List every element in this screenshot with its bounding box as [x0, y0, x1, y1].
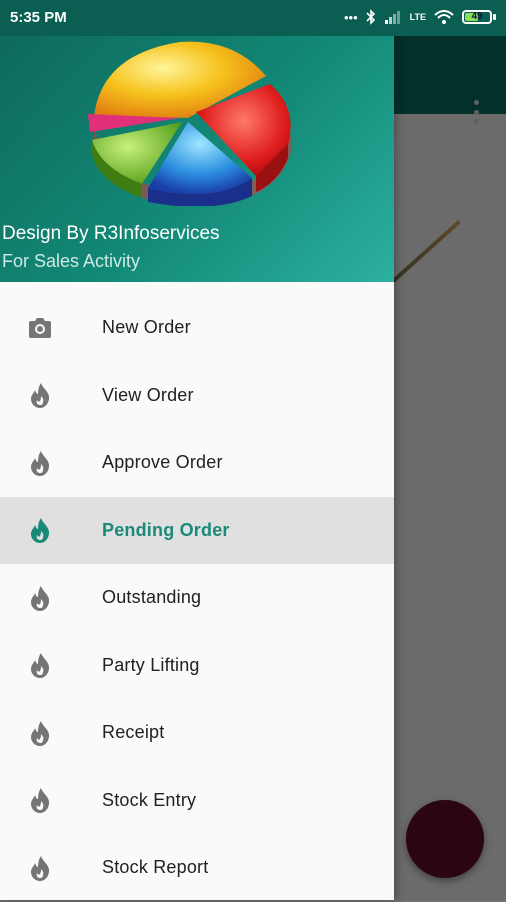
menu-item-new-order[interactable]: New Order: [0, 294, 394, 362]
flame-icon: [31, 855, 50, 881]
flame-icon: [31, 788, 50, 814]
menu-item-label: Outstanding: [102, 587, 202, 608]
flame-icon: [31, 450, 50, 476]
menu-item-stock-report[interactable]: Stock Report: [0, 834, 394, 902]
camera-icon: [29, 317, 51, 338]
menu-item-label: View Order: [102, 384, 194, 405]
menu-item-party-lifting[interactable]: Party Lifting: [0, 632, 394, 700]
menu-item-label: Stock Report: [102, 857, 209, 878]
menu-item-pending-order[interactable]: Pending Order: [0, 496, 394, 564]
menu-item-approve-order[interactable]: Approve Order: [0, 429, 394, 497]
status-bar: 5:35 PM ••• LTE 49: [0, 0, 506, 36]
menu-item-label: Receipt: [102, 722, 165, 743]
flame-icon: [31, 720, 50, 746]
drawer-header: Design By R3Infoservices For Sales Activ…: [0, 36, 394, 282]
menu-item-label: Party Lifting: [102, 654, 200, 675]
wifi-icon: [434, 10, 454, 24]
status-time: 5:35 PM: [10, 9, 67, 26]
navigation-drawer: Design By R3Infoservices For Sales Activ…: [0, 0, 394, 900]
battery-icon: 49: [462, 10, 496, 24]
dots-icon: •••: [344, 9, 358, 25]
menu-item-label: New Order: [102, 317, 191, 338]
bluetooth-icon: [366, 9, 375, 25]
menu-item-label: Stock Entry: [102, 789, 197, 810]
drawer-header-subtitle: For Sales Activity: [2, 251, 141, 271]
status-icons: ••• LTE 49: [344, 9, 496, 25]
flame-icon: [31, 585, 50, 611]
menu-item-outstanding[interactable]: Outstanding: [0, 564, 394, 632]
flame-icon: [31, 518, 50, 544]
menu-item-receipt[interactable]: Receipt: [0, 699, 394, 767]
signal-icon: [384, 11, 400, 24]
drawer-header-title: Design By R3Infoservices: [2, 223, 220, 244]
drawer-menu: New Order View Order Approve Order Pendi…: [0, 294, 394, 902]
menu-item-label: Approve Order: [102, 452, 223, 473]
flame-icon: [31, 383, 50, 409]
menu-item-view-order[interactable]: View Order: [0, 362, 394, 430]
flame-icon: [31, 653, 50, 679]
lte-icon: LTE: [409, 11, 426, 22]
menu-item-stock-entry[interactable]: Stock Entry: [0, 767, 394, 835]
menu-item-label: Pending Order: [102, 519, 230, 540]
pie-chart-logo: [88, 41, 292, 206]
